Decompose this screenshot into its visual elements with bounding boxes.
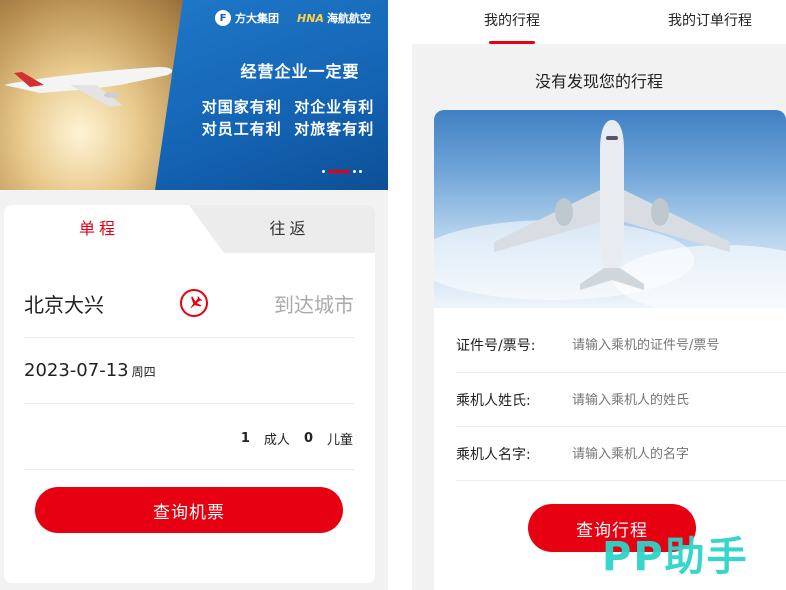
id-number-row: 证件号/票号: xyxy=(456,318,786,372)
adult-label: 成人 xyxy=(263,433,290,448)
child-label: 儿童 xyxy=(326,433,353,448)
my-trips-panel: 我的行程 我的订单行程 没有发现您的行程 证件号/票号: 乘机人姓氏: xyxy=(412,0,786,590)
fangda-logo: F 方大集团 xyxy=(215,10,279,26)
child-count: 0 xyxy=(303,431,313,446)
empty-trips-text: 没有发现您的行程 xyxy=(534,72,663,91)
surname-row: 乘机人姓氏: xyxy=(456,373,786,427)
hna-logo: HNA 海航航空 xyxy=(297,12,371,25)
airplane-photo xyxy=(434,110,786,315)
adult-count: 1 xyxy=(240,431,250,446)
pp-assistant-watermark: PP助手 xyxy=(602,534,749,580)
arrival-city[interactable]: 到达城市 xyxy=(274,289,354,318)
slogan-line-3: 对员工有利 对旅客有利 xyxy=(201,120,375,138)
swap-cities-icon[interactable] xyxy=(180,289,208,317)
id-number-label: 证件号/票号: xyxy=(456,338,536,354)
surname-label: 乘机人姓氏: xyxy=(456,393,531,409)
departure-date[interactable]: 2023-07-13 xyxy=(24,360,129,381)
given-name-row: 乘机人名字: xyxy=(456,427,786,481)
flight-search-card: 单程 往返 北京大兴 到达城市 2023-07-13 周四 1 成人 0 儿童 … xyxy=(4,205,375,583)
departure-weekday: 周四 xyxy=(131,365,156,379)
given-name-input[interactable] xyxy=(572,446,772,462)
carousel-dot[interactable] xyxy=(353,170,356,173)
tab-roundtrip[interactable]: 往返 xyxy=(204,205,375,253)
carousel-dot[interactable] xyxy=(322,170,325,173)
booking-panel: F 方大集团 HNA 海航航空 经营企业一定要 对国家有利 对企业有利 对员工有利… xyxy=(0,0,388,590)
carousel-indicator[interactable] xyxy=(322,170,362,173)
active-tab-indicator xyxy=(489,41,535,44)
airplane-image xyxy=(4,67,173,107)
airplane-icon xyxy=(434,120,786,315)
banner-logos: F 方大集团 HNA 海航航空 xyxy=(215,10,371,26)
departure-city[interactable]: 北京大兴 xyxy=(24,289,104,318)
tab-my-trips[interactable]: 我的行程 xyxy=(484,10,540,30)
search-flights-button[interactable]: 查询机票 xyxy=(35,487,343,533)
trip-type-tabs: 单程 往返 xyxy=(4,205,375,253)
slogan-line-2: 对国家有利 对企业有利 xyxy=(201,98,375,116)
passenger-row[interactable]: 1 成人 0 儿童 xyxy=(241,429,353,448)
divider xyxy=(24,403,354,404)
divider xyxy=(456,480,786,481)
promo-banner[interactable]: F 方大集团 HNA 海航航空 经营企业一定要 对国家有利 对企业有利 对员工有利… xyxy=(0,0,388,190)
date-row[interactable]: 2023-07-13 周四 xyxy=(24,360,156,381)
banner-slogan: 经营企业一定要 对国家有利 对企业有利 对员工有利 对旅客有利 xyxy=(190,58,386,140)
surname-input[interactable] xyxy=(572,392,772,408)
carousel-dot-active[interactable] xyxy=(328,170,350,173)
tab-order-trips[interactable]: 我的订单行程 xyxy=(668,10,752,30)
divider xyxy=(24,337,354,338)
city-row: 北京大兴 到达城市 xyxy=(24,283,354,323)
trips-tabs: 我的行程 我的订单行程 xyxy=(412,0,786,44)
trip-query-card: 证件号/票号: 乘机人姓氏: 乘机人名字: 查询行程 xyxy=(434,110,786,590)
slogan-line-1: 经营企业一定要 xyxy=(240,62,360,81)
tab-oneway[interactable]: 单程 xyxy=(4,205,194,253)
carousel-dot[interactable] xyxy=(359,170,362,173)
divider xyxy=(24,469,354,470)
id-number-input[interactable] xyxy=(572,337,772,353)
given-name-label: 乘机人名字: xyxy=(456,447,531,463)
